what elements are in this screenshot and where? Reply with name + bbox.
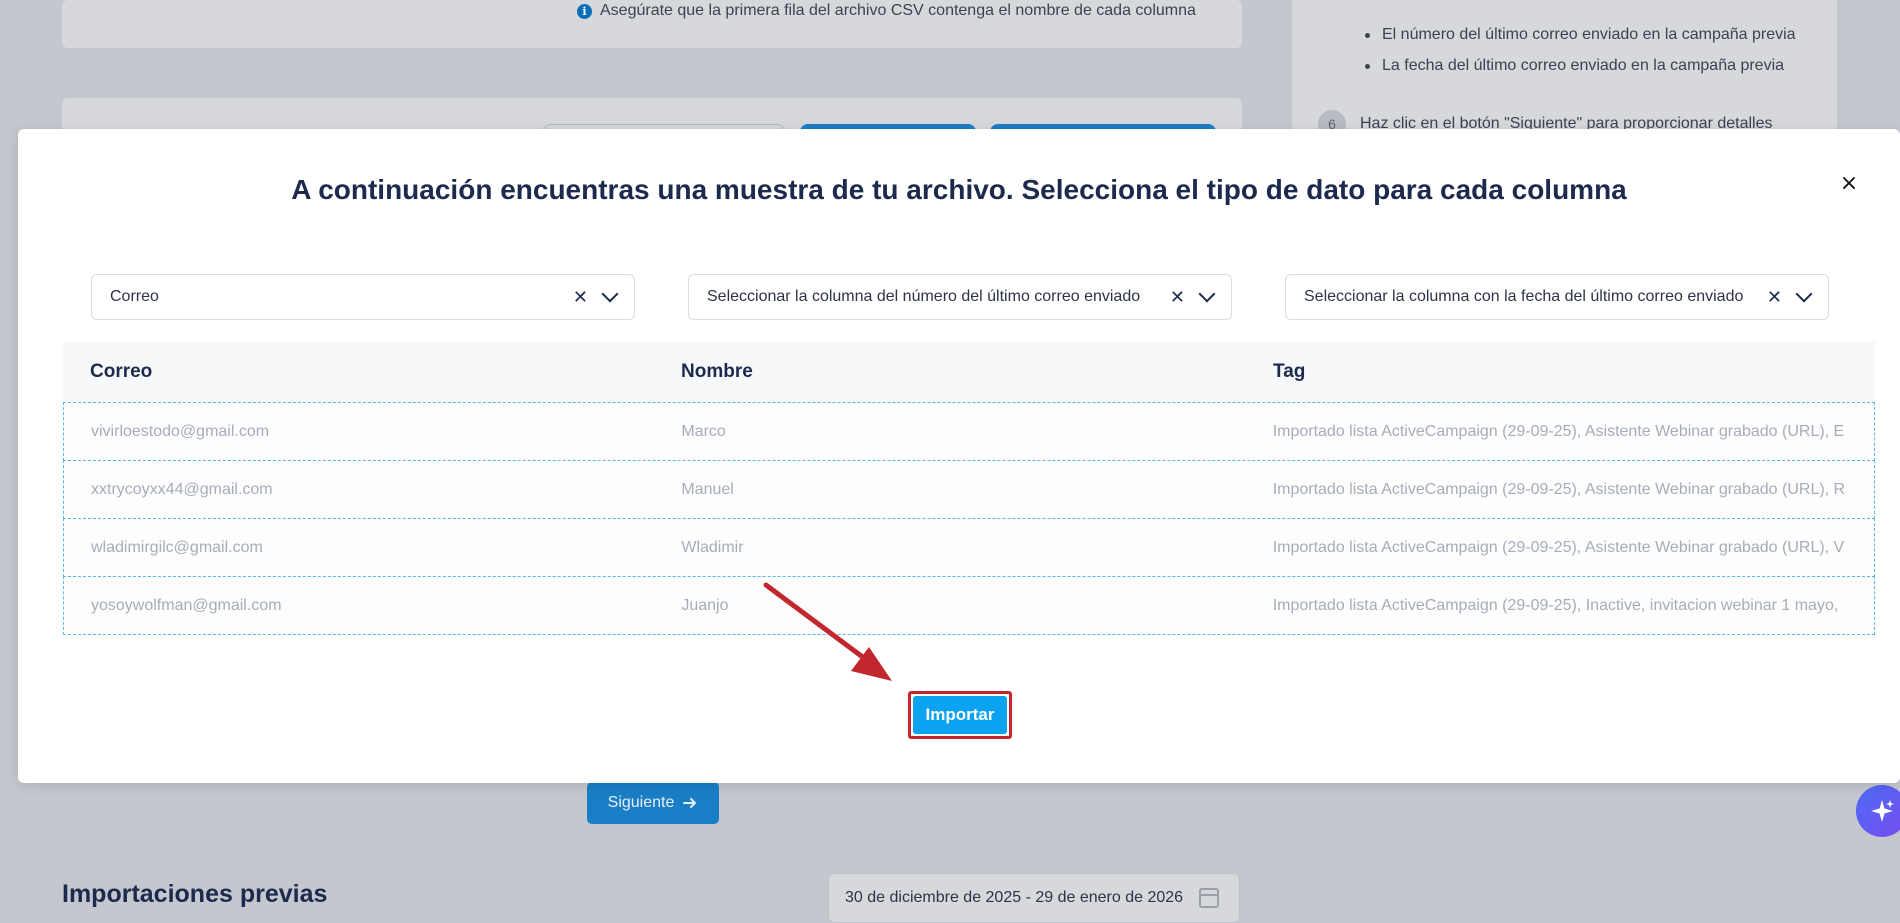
email-column-select[interactable]: Correo ✕	[91, 274, 635, 320]
table-row: yosoywolfman@gmail.com Juanjo Importado …	[63, 576, 1875, 635]
cell-name: Wladimir	[681, 538, 744, 556]
arrow-right-icon	[683, 798, 697, 808]
cell-tag: Importado lista ActiveCampaign (29-09-25…	[1272, 538, 1845, 556]
column-header-correo: Correo	[90, 361, 153, 382]
chevron-down-icon[interactable]	[601, 285, 619, 303]
import-button[interactable]: Importar	[913, 696, 1007, 734]
clear-icon[interactable]: ✕	[573, 287, 588, 308]
column-header-tag: Tag	[1273, 361, 1306, 382]
sparkle-icon	[1871, 800, 1894, 822]
column-mapping-modal: A continuación encuentras una muestra de…	[18, 129, 1900, 783]
table-header: Correo Nombre Tag	[63, 341, 1875, 403]
column-header-nombre: Nombre	[681, 361, 753, 382]
cell-tag: Importado lista ActiveCampaign (29-09-25…	[1272, 480, 1846, 498]
next-button-label: Siguiente	[607, 794, 675, 811]
cell-email: yosoywolfman@gmail.com	[91, 596, 282, 614]
csv-info-text: Asegúrate que la primera fila del archiv…	[600, 2, 1196, 19]
cell-name: Manuel	[681, 480, 734, 498]
ai-assistant-button[interactable]	[1856, 785, 1900, 837]
cell-email: wladimirgilc@gmail.com	[91, 538, 263, 556]
date-range-picker[interactable]: 30 de diciembre de 2025 - 29 de enero de…	[828, 873, 1240, 923]
select-value: Seleccionar la columna con la fecha del …	[1304, 288, 1744, 305]
instruction-bullet: La fecha del último correo enviado en la…	[1365, 57, 1796, 75]
clear-icon[interactable]: ✕	[1767, 287, 1782, 308]
select-value: Seleccionar la columna del número del úl…	[707, 288, 1141, 305]
chevron-down-icon[interactable]	[1198, 285, 1216, 303]
previous-imports-title: Importaciones previas	[62, 880, 328, 908]
cell-name: Marco	[681, 422, 726, 440]
cell-name: Juanjo	[681, 596, 729, 614]
clear-icon[interactable]: ✕	[1170, 287, 1185, 308]
select-value: Correo	[110, 288, 159, 305]
cell-email: vivirloestodo@gmail.com	[91, 422, 270, 440]
calendar-icon	[1199, 888, 1220, 908]
last-email-number-select[interactable]: Seleccionar la columna del número del úl…	[688, 274, 1232, 320]
table-row: wladimirgilc@gmail.com Wladimir Importad…	[63, 518, 1875, 577]
chevron-down-icon[interactable]	[1795, 285, 1813, 303]
instruction-bullet: El número del último correo enviado en l…	[1365, 26, 1796, 43]
sample-table: Correo Nombre Tag vivirloestodo@gmail.co…	[63, 341, 1875, 635]
table-row: xxtrycoyxx44@gmail.com Manuel Importado …	[63, 460, 1875, 519]
close-icon[interactable]: ×	[1836, 171, 1862, 197]
last-email-date-select[interactable]: Seleccionar la columna con la fecha del …	[1285, 274, 1829, 320]
import-button-highlight: Importar	[908, 691, 1012, 739]
instructions-list: El número del último correo enviado en l…	[1365, 26, 1796, 88]
modal-title: A continuación encuentras una muestra de…	[291, 174, 1627, 205]
date-range-text: 30 de diciembre de 2025 - 29 de enero de…	[845, 889, 1184, 906]
cell-email: xxtrycoyxx44@gmail.com	[91, 480, 273, 498]
next-button[interactable]: Siguiente	[587, 782, 719, 824]
cell-tag: Importado lista ActiveCampaign (29-09-25…	[1272, 422, 1845, 440]
csv-info-note: i Asegúrate que la primera fila del arch…	[577, 2, 1196, 20]
cell-tag: Importado lista ActiveCampaign (29-09-25…	[1272, 596, 1839, 614]
info-icon: i	[577, 3, 592, 19]
table-row: vivirloestodo@gmail.com Marco Importado …	[63, 402, 1875, 461]
